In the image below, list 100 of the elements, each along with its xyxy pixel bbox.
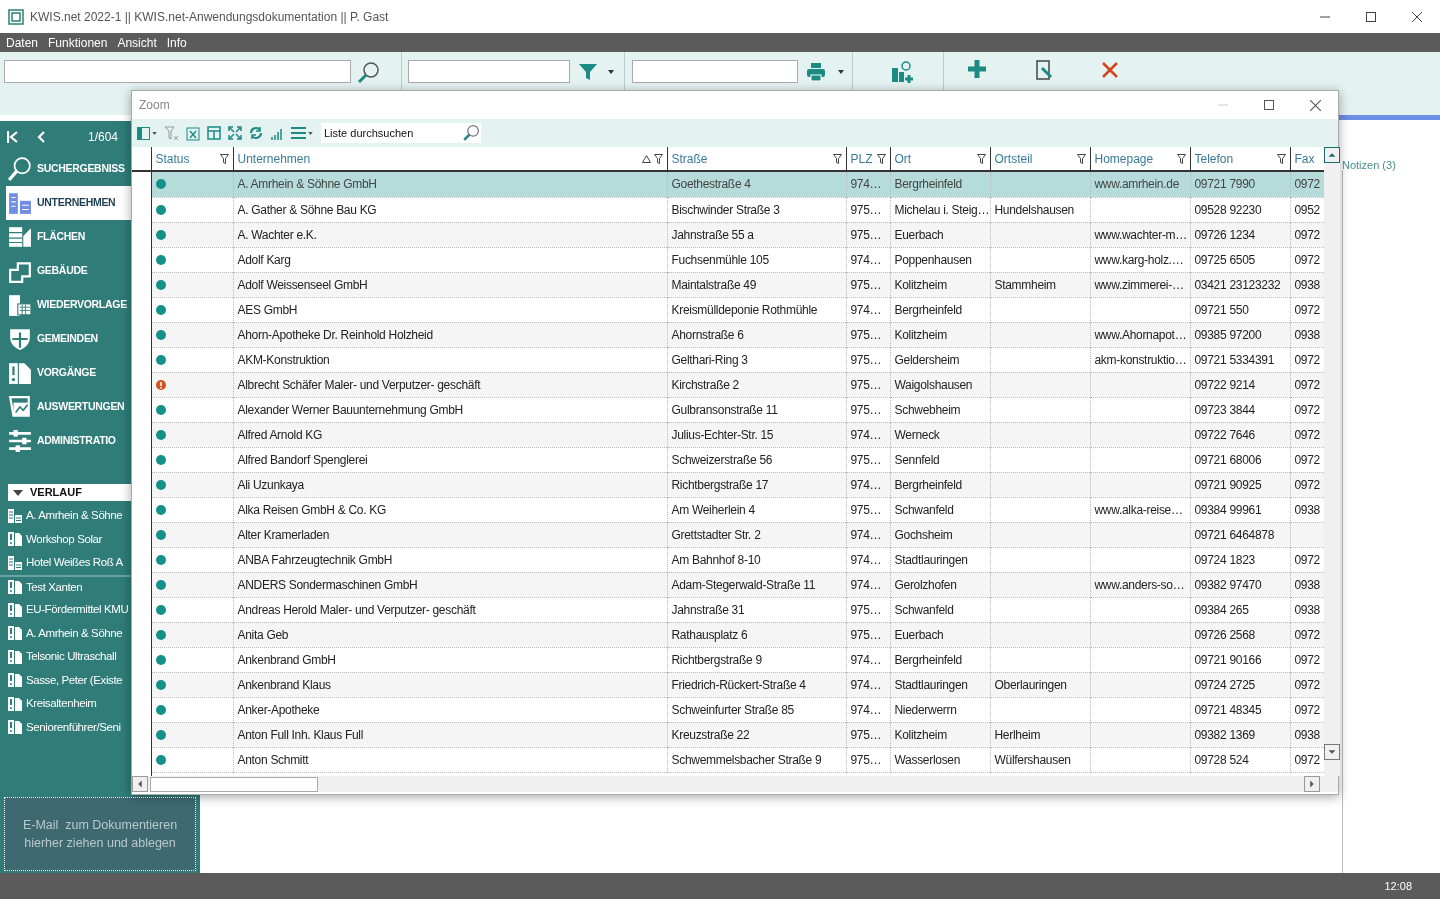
table-row[interactable]: Adolf Weissenseel GmbH Maintalstraße 49 975… Kolitzheim Stammheim www.zimmerei-… 03421 23123232 0938 xyxy=(152,272,1324,297)
table-cell: 09528 92230 xyxy=(1194,202,1262,217)
table-row[interactable]: AKM-Konstruktion Gelthari-Ring 3 975… Geldersheim akm-konstruktio… 09721 5334391 0972 xyxy=(152,347,1324,372)
table-row[interactable]: Alfred Arnold KG Julius-Echter-Str. 15 974… Werneck 09722 7646 0972 xyxy=(152,422,1324,447)
previous-record-icon[interactable] xyxy=(37,130,45,143)
table-row[interactable]: Anker-Apotheke Schweinfurter Straße 85 974… Niederwerrn 09721 48345 0972 xyxy=(152,697,1324,722)
filter-icon[interactable] xyxy=(1076,153,1086,164)
column-header[interactable]: Unternehmen xyxy=(233,147,667,171)
list-search-field[interactable]: Liste durchsuchen xyxy=(321,123,461,143)
scroll-right-icon[interactable] xyxy=(1304,776,1320,792)
filter-icon[interactable] xyxy=(876,153,886,164)
nav-item[interactable]: GEMEINDEN xyxy=(6,322,131,356)
table-row[interactable]: Ankenbrand Klaus Friedrich-Rückert-Straße 4 974… Stadtlauringen Oberlauringen 09724 2725 0972 xyxy=(152,672,1324,697)
table-row[interactable]: Adolf Karg Fuchsenmühle 105 974… Poppenhausen www.karg-holz.… 09725 6505 0972 xyxy=(152,247,1324,272)
notes-tab[interactable]: Notizen (3) xyxy=(1342,157,1396,174)
table-row[interactable]: Andreas Herold Maler- und Verputzer- geschäft Jahnstraße 31 975… Schwanfeld 09384 265 0938 xyxy=(152,597,1324,622)
expand-icon[interactable] xyxy=(228,126,242,140)
table-row[interactable]: Anton Full Inh. Klaus Full Kreuzstraße 22 975… Kolitzheim Herlheim 09382 1369 0938 xyxy=(152,722,1324,747)
column-header[interactable]: Status xyxy=(151,147,233,171)
table-row[interactable]: Alexander Werner Bauunternehmung GmbH Gulbransonstraße 11 975… Schwebheim 09723 3844 0972 xyxy=(152,397,1324,422)
column-header[interactable]: Ortsteil xyxy=(990,147,1090,171)
column-header[interactable]: Homepage xyxy=(1090,147,1190,171)
table-cell: 974… xyxy=(850,427,882,442)
table-cell: Stadtlauringen xyxy=(894,552,968,567)
filter-icon[interactable] xyxy=(1276,153,1286,164)
column-header[interactable]: PLZ xyxy=(846,147,890,171)
search-field[interactable] xyxy=(4,60,351,83)
table-row[interactable]: Alfred Bandorf Spenglerei Schweizerstraße 56 975… Sennfeld 09721 68006 0972 xyxy=(152,447,1324,472)
column-header[interactable]: Telefon xyxy=(1190,147,1290,171)
table-row[interactable]: Alka Reisen GmbH & Co. KG Am Weiherlein 4 975… Schwanfeld www.alka-reise… 09384 99961 0938 xyxy=(152,497,1324,522)
menu-item[interactable]: Funktionen xyxy=(48,33,108,52)
layout-icon[interactable] xyxy=(207,126,221,140)
search-icon[interactable] xyxy=(357,60,381,84)
filter-icon[interactable] xyxy=(653,153,663,164)
column-header[interactable]: Straße xyxy=(667,147,846,171)
bar-chart-icon[interactable] xyxy=(270,126,284,140)
filter-icon[interactable] xyxy=(219,153,229,164)
calendar-document-icon xyxy=(8,293,32,317)
table-row[interactable]: Ali Uzunkaya Richtbergstraße 17 974… Bergrheinfeld 09721 90925 0972 xyxy=(152,472,1324,497)
refresh-icon[interactable] xyxy=(249,126,263,140)
caret-icon[interactable] xyxy=(608,70,614,74)
delete-icon[interactable] xyxy=(1102,62,1118,78)
scroll-left-icon[interactable] xyxy=(132,776,148,792)
table-row[interactable]: Anita Geb Rathausplatz 6 975… Euerbach 09726 2568 0972 xyxy=(152,622,1324,647)
table-row[interactable]: Alter Kramerladen Grettstadter Str. 2 974… Gochsheim 09721 6464878 xyxy=(152,522,1324,547)
plus-icon[interactable] xyxy=(968,60,986,78)
table-row[interactable]: AES GmbH Kreismülldeponie Rothmühle 974… Bergrheinfeld 09721 550 0972 xyxy=(152,297,1324,322)
caret-icon[interactable] xyxy=(308,131,313,135)
table-row[interactable]: A. Gather & Söhne Bau KG Bischwinder Straße 3 975… Michelau i. Steig… Hundelshausen 09528 92230 0952 xyxy=(152,197,1324,222)
table-row[interactable]: Albrecht Schäfer Maler- und Verputzer- geschäft Kirchstraße 2 975… Waigolshausen 09722 9214 0972 xyxy=(152,372,1324,397)
filter-icon[interactable] xyxy=(832,153,842,164)
nav-item[interactable]: WIEDERVORLAGE xyxy=(6,288,131,322)
table-cell: 09382 97470 xyxy=(1194,577,1262,592)
nav-item[interactable]: ADMINISTRATIO xyxy=(6,424,131,458)
edit-document-icon[interactable] xyxy=(1036,60,1054,80)
horizontal-scrollbar[interactable] xyxy=(132,776,1338,792)
columns-icon[interactable] xyxy=(137,126,150,140)
table-row[interactable]: A. Amrhein & Söhne GmbH Goethestraße 4 974… Bergrheinfeld www.amrhein.de 09721 7990 0972 xyxy=(152,172,1324,197)
add-contact-icon[interactable] xyxy=(891,60,915,84)
table-cell: 09722 9214 xyxy=(1194,377,1255,392)
table-row[interactable]: A. Wachter e.K. Jahnstraße 55 a 975… Euerbach www.wachter-m… 09726 1234 0972 xyxy=(152,222,1324,247)
folder-icon xyxy=(7,719,23,736)
nav-item[interactable]: VORGÄNGE xyxy=(6,356,131,390)
printer-icon[interactable] xyxy=(806,62,826,82)
menu-item[interactable]: Ansicht xyxy=(117,33,157,52)
column-header[interactable]: Ort xyxy=(890,147,990,171)
vertical-scrollbar[interactable] xyxy=(1324,147,1340,776)
nav-item[interactable]: UNTERNEHMEN xyxy=(6,186,131,220)
table-cell: www.wachter-m… xyxy=(1094,227,1187,242)
first-record-icon[interactable] xyxy=(7,130,19,143)
table-row[interactable]: Ankenbrand GmbH Richtbergstraße 9 974… Bergrheinfeld 09721 90166 0972 xyxy=(152,647,1324,672)
nav-item[interactable]: GEBÄUDE xyxy=(6,254,131,288)
print-field[interactable] xyxy=(632,60,798,83)
scroll-up-icon[interactable] xyxy=(1324,147,1340,163)
history-header[interactable]: VERLAUF xyxy=(8,484,131,501)
scroll-thumb[interactable] xyxy=(150,776,318,792)
table-cell: 09384 265 xyxy=(1194,602,1249,617)
menu-item[interactable]: Info xyxy=(166,33,187,52)
table-row[interactable]: Ahorn-Apotheke Dr. Reinhold Holzheid Ahornstraße 6 975… Kolitzheim www.Ahornapot… 09385 97200 0938 xyxy=(152,322,1324,347)
email-drop-zone[interactable]: E-Mail zum Dokumentieren hierher ziehen und ablegen xyxy=(4,797,196,871)
table-cell: Bergrheinfeld xyxy=(894,177,962,192)
nav-item[interactable]: SUCHERGEBNISS xyxy=(6,152,131,186)
menu-item[interactable]: Daten xyxy=(6,33,39,52)
clear-filter-icon[interactable] xyxy=(164,125,179,141)
filter-field[interactable] xyxy=(408,60,570,83)
nav-item[interactable]: FLÄCHEN xyxy=(6,220,131,254)
table-row[interactable]: Anton Schmitt Schwemmelsbacher Straße 9 975… Wasserlosen Wülfershausen 09728 524 0972 xyxy=(152,747,1324,772)
caret-icon[interactable] xyxy=(838,70,844,74)
caret-icon[interactable] xyxy=(152,131,157,135)
search-icon[interactable] xyxy=(461,123,481,143)
menu-icon[interactable] xyxy=(291,127,306,139)
filter-icon[interactable] xyxy=(976,153,986,164)
filter-icon[interactable] xyxy=(1176,153,1186,164)
table-row[interactable]: ANDERS Sondermaschinen GmbH Adam-Stegerwald-Straße 11 974… Gerolzhofen www.anders-so… 09382 97470 0938 xyxy=(152,572,1324,597)
nav-item[interactable]: AUSWERTUNGEN xyxy=(6,390,131,424)
excel-export-icon[interactable] xyxy=(186,125,200,141)
table-row[interactable]: ANBA Fahrzeugtechnik GmbH Am Bahnhof 8-10 974… Stadtlauringen 09724 1823 0972 xyxy=(152,547,1324,572)
collapse-caret-icon[interactable] xyxy=(13,489,23,496)
scroll-down-icon[interactable] xyxy=(1324,744,1340,760)
sort-ascending-icon[interactable] xyxy=(641,154,651,163)
